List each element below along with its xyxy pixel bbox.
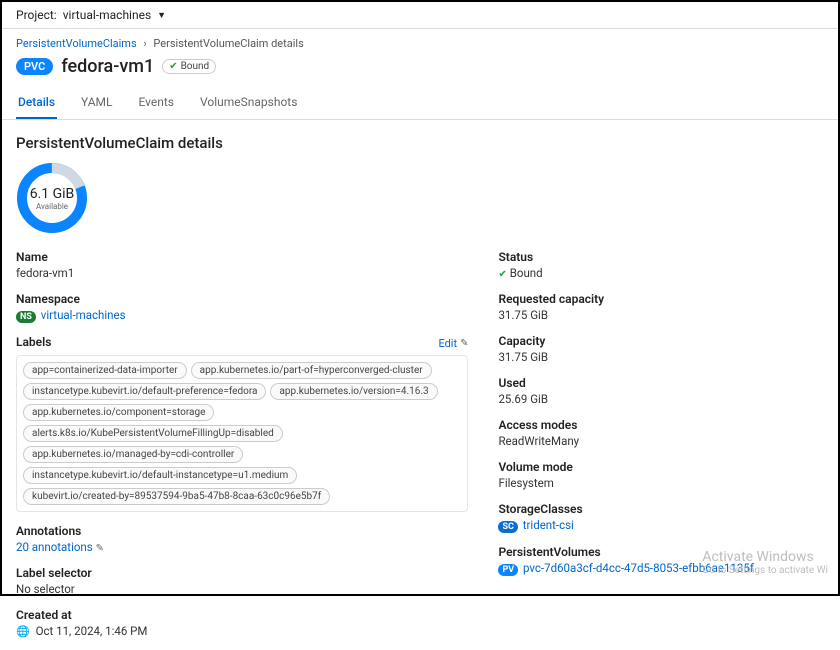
used-label: Used	[498, 376, 824, 390]
label-chip[interactable]: instancetype.kubevirt.io/default-instanc…	[23, 467, 297, 484]
breadcrumb-root[interactable]: PersistentVolumeClaims	[16, 37, 137, 50]
section-title: PersistentVolumeClaim details	[16, 134, 824, 152]
pvc-badge: PVC	[16, 58, 53, 75]
volmode-label: Volume mode	[498, 460, 824, 474]
selector-label: Label selector	[16, 566, 468, 580]
requested-label: Requested capacity	[498, 292, 824, 306]
breadcrumb: PersistentVolumeClaims › PersistentVolum…	[2, 29, 838, 50]
tabs: Details YAML Events VolumeSnapshots	[2, 87, 838, 120]
pencil-icon: ✎	[460, 338, 468, 349]
label-chip[interactable]: instancetype.kubevirt.io/default-prefere…	[23, 383, 266, 400]
tab-yaml[interactable]: YAML	[79, 87, 114, 119]
check-icon: ✔	[498, 269, 506, 280]
pv-badge: PV	[498, 564, 518, 576]
access-value: ReadWriteMany	[498, 434, 824, 448]
sc-badge: SC	[498, 521, 517, 533]
namespace-label: Namespace	[16, 292, 468, 306]
annotations-label: Annotations	[16, 524, 468, 538]
label-chip[interactable]: alerts.k8s.io/KubePersistentVolumeFillin…	[23, 425, 283, 442]
namespace-link[interactable]: virtual-machines	[41, 308, 126, 322]
created-label: Created at	[16, 608, 468, 622]
project-prefix: Project:	[16, 8, 57, 22]
used-value: 25.69 GiB	[498, 392, 824, 406]
tab-details[interactable]: Details	[16, 87, 57, 119]
volmode-value: Filesystem	[498, 476, 824, 490]
labels-label: Labels	[16, 335, 51, 349]
pencil-icon[interactable]: ✎	[96, 543, 104, 554]
globe-icon: 🌐	[16, 625, 30, 638]
capacity-label: Capacity	[498, 334, 824, 348]
pv-label: PersistentVolumes	[498, 545, 824, 559]
ns-badge: NS	[16, 311, 36, 323]
requested-value: 31.75 GiB	[498, 308, 824, 322]
breadcrumb-sep: ›	[143, 37, 146, 50]
label-chip[interactable]: kubevirt.io/created-by=89537594-9ba5-47b…	[23, 488, 330, 505]
tab-events[interactable]: Events	[136, 87, 176, 119]
name-value: fedora-vm1	[16, 266, 468, 280]
tab-volumesnapshots[interactable]: VolumeSnapshots	[198, 87, 299, 119]
created-value: Oct 11, 2024, 1:46 PM	[36, 624, 148, 638]
selector-value: No selector	[16, 582, 468, 596]
label-chip[interactable]: app.kubernetes.io/component=storage	[23, 404, 214, 421]
label-chip[interactable]: app.kubernetes.io/managed-by=cdi-control…	[23, 446, 243, 463]
pv-link[interactable]: pvc-7d60a3cf-d4cc-47d5-8053-efbb6ae1135f	[523, 561, 754, 575]
donut-value: 6.1 GiB	[30, 186, 75, 202]
status-label: Status	[498, 250, 824, 264]
label-chip[interactable]: app.kubernetes.io/part-of=hyperconverged…	[191, 362, 432, 379]
page-title-row: PVC fedora-vm1 ✔ Bound	[2, 50, 838, 87]
status-text: Bound	[181, 61, 210, 72]
page-title: fedora-vm1	[61, 56, 154, 77]
sc-label: StorageClasses	[498, 502, 824, 516]
name-label: Name	[16, 250, 468, 264]
annotations-link[interactable]: 20 annotations	[16, 540, 93, 554]
project-selector[interactable]: Project: virtual-machines ▼	[2, 2, 838, 29]
label-chips: app=containerized-data-importer app.kube…	[16, 355, 468, 512]
donut-sub: Available	[36, 202, 68, 211]
usage-donut: 6.1 GiB Available	[16, 162, 824, 234]
edit-labels-button[interactable]: Edit ✎	[438, 337, 468, 350]
status-value: Bound	[510, 266, 543, 280]
status-badge: ✔ Bound	[162, 59, 216, 74]
chevron-down-icon: ▼	[157, 10, 166, 21]
label-chip[interactable]: app.kubernetes.io/version=4.16.3	[270, 383, 437, 400]
check-icon: ✔	[169, 61, 177, 72]
breadcrumb-current: PersistentVolumeClaim details	[153, 37, 303, 50]
label-chip[interactable]: app=containerized-data-importer	[23, 362, 187, 379]
sc-link[interactable]: trident-csi	[523, 518, 574, 532]
project-name: virtual-machines	[63, 8, 151, 22]
access-label: Access modes	[498, 418, 824, 432]
capacity-value: 31.75 GiB	[498, 350, 824, 364]
